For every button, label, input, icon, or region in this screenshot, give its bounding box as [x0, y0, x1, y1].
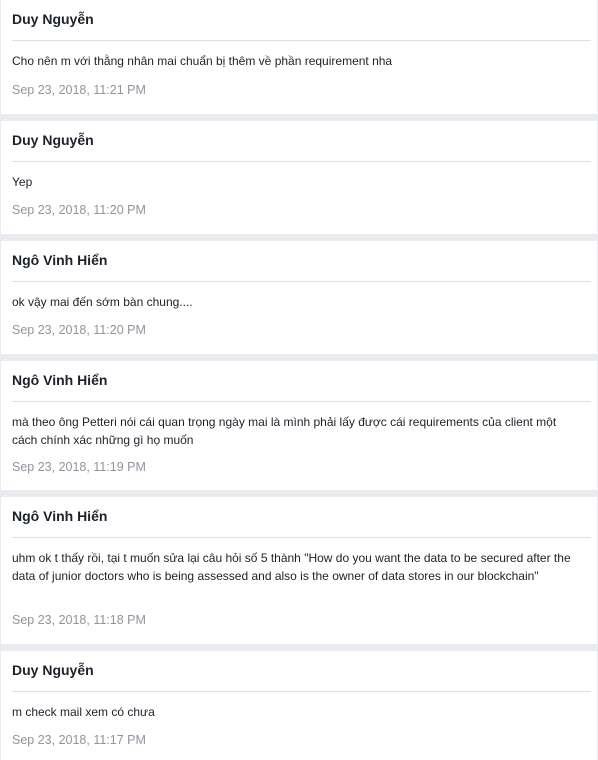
message-sender[interactable]: Duy Nguyễn [12, 132, 94, 148]
message-text: Cho nên m với thằng nhân mai chuẩn bị th… [12, 54, 393, 68]
message-timestamp[interactable]: Sep 23, 2018, 11:20 PM [12, 203, 146, 217]
message-divider [12, 401, 591, 402]
message-timestamp[interactable]: Sep 23, 2018, 11:21 PM [12, 83, 146, 97]
message-sender[interactable]: Duy Nguyễn [12, 11, 94, 27]
message-sender[interactable]: Duy Nguyễn [12, 662, 94, 678]
message-text: mà theo ông Petteri nói cái quan trọng n… [12, 415, 557, 447]
message-card: Ngô Vinh Hiển uhm ok t thấy rồi, tại t m… [1, 497, 597, 644]
message-card: Duy Nguyễn m check mail xem có chưa Sep … [1, 651, 597, 760]
message-divider [12, 40, 591, 41]
message-divider [12, 537, 591, 538]
message-feed: Duy Nguyễn Cho nên m với thằng nhân mai … [0, 0, 598, 760]
message-divider [12, 281, 591, 282]
message-card: Duy Nguyễn Cho nên m với thằng nhân mai … [1, 0, 597, 114]
message-text: uhm ok t thấy rồi, tại t muốn sửa lại câ… [12, 551, 571, 583]
message-timestamp[interactable]: Sep 23, 2018, 11:17 PM [12, 733, 146, 747]
message-divider [12, 691, 591, 692]
message-sender[interactable]: Ngô Vinh Hiển [12, 508, 107, 524]
message-text: m check mail xem có chưa [12, 705, 155, 719]
message-card: Ngô Vinh Hiển mà theo ông Petteri nói cá… [1, 361, 597, 490]
message-timestamp[interactable]: Sep 23, 2018, 11:19 PM [12, 460, 146, 474]
message-sender[interactable]: Ngô Vinh Hiển [12, 252, 107, 268]
message-timestamp[interactable]: Sep 23, 2018, 11:20 PM [12, 323, 146, 337]
message-card: Ngô Vinh Hiển ok vậy mai đến sớm bàn chu… [1, 241, 597, 354]
message-timestamp[interactable]: Sep 23, 2018, 11:18 PM [12, 613, 146, 627]
message-card: Duy Nguyễn Yep Sep 23, 2018, 11:20 PM [1, 121, 597, 234]
message-text: ok vậy mai đến sớm bàn chung.... [12, 295, 193, 309]
message-sender[interactable]: Ngô Vinh Hiển [12, 372, 107, 388]
message-text: Yep [12, 175, 33, 189]
message-divider [12, 161, 591, 162]
